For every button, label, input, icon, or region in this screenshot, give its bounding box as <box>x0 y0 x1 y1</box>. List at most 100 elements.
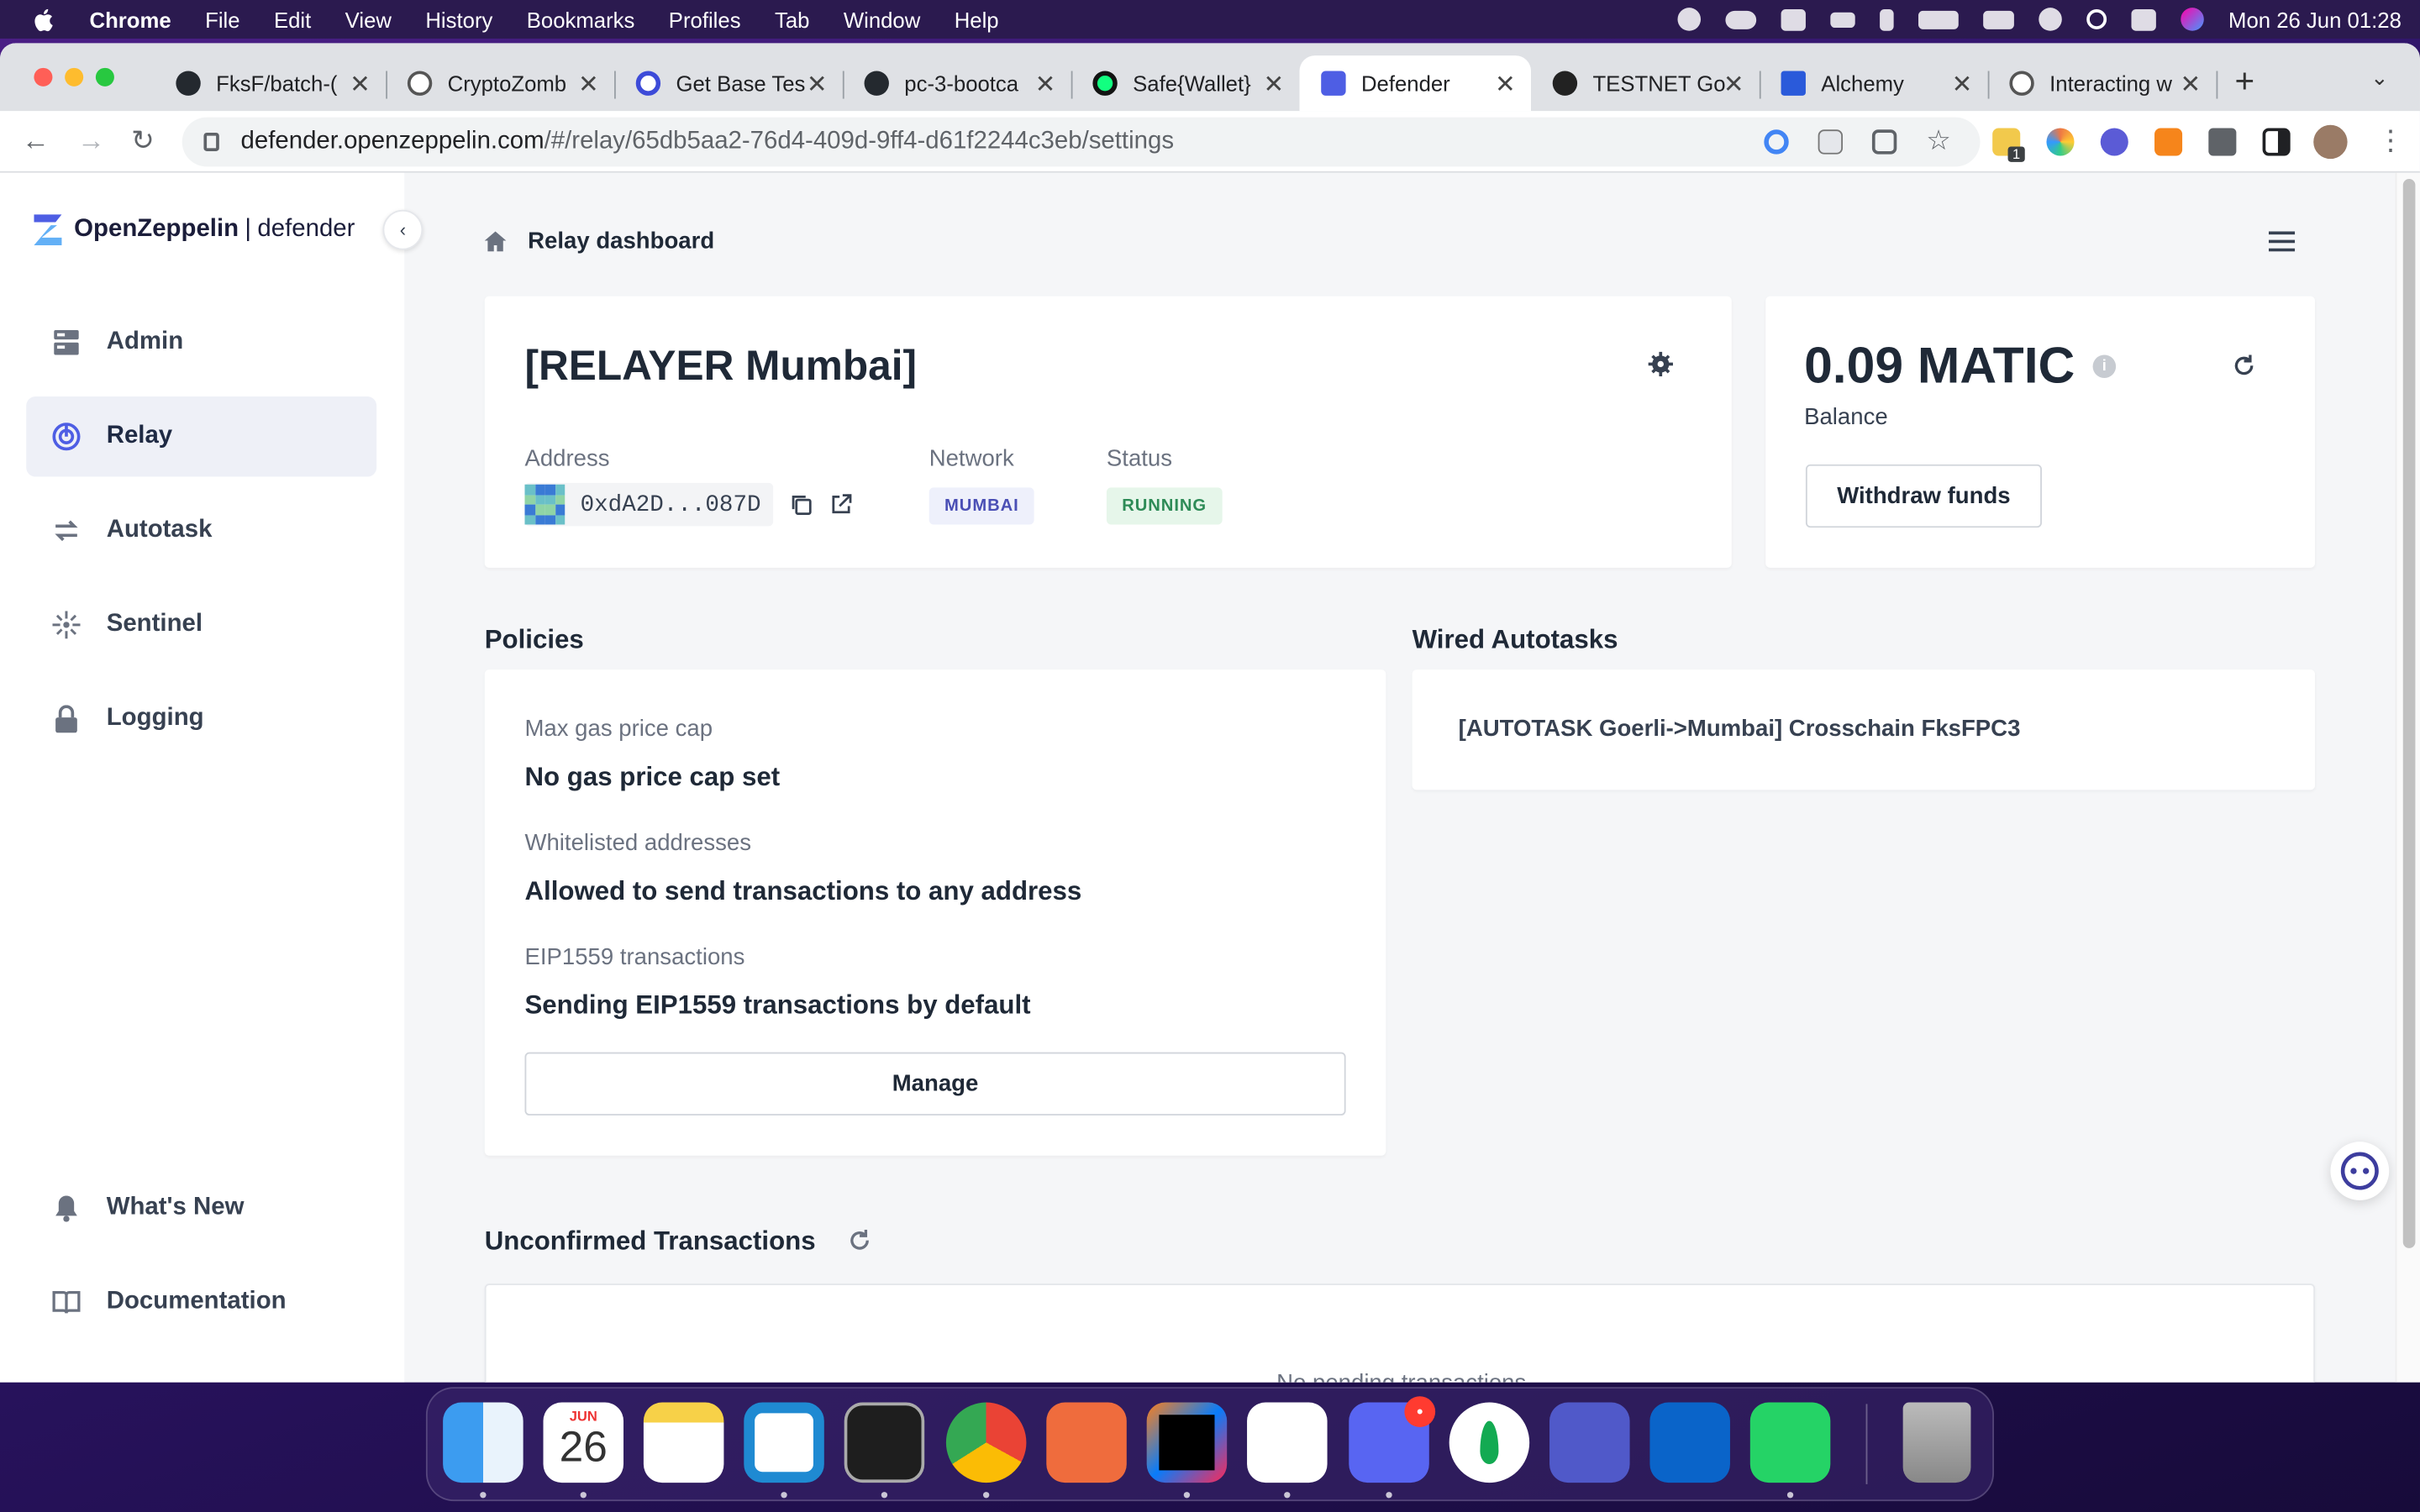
close-icon[interactable]: ✕ <box>1723 70 1744 101</box>
copy-icon[interactable] <box>790 494 812 516</box>
tab-search-chevron-icon[interactable]: ⌄ <box>2370 65 2389 91</box>
tab-0[interactable]: FksF/batch-( ✕ <box>155 55 387 111</box>
extension-ghost-icon[interactable] <box>2100 128 2128 156</box>
spotlight-search-icon[interactable] <box>2086 9 2107 29</box>
tab-6[interactable]: TESTNET Go ✕ <box>1531 55 1760 111</box>
close-icon[interactable]: ✕ <box>2181 70 2202 101</box>
apple-icon[interactable] <box>31 5 59 33</box>
intellij-icon[interactable] <box>1146 1402 1228 1483</box>
logo[interactable]: OpenZeppelin | defender <box>34 214 355 246</box>
mongodb-icon[interactable] <box>1449 1402 1530 1483</box>
sidebar-item-autotask[interactable]: Autotask <box>26 491 376 571</box>
lock-icon[interactable] <box>203 132 219 151</box>
sidebar-item-documentation[interactable]: Documentation <box>26 1262 376 1342</box>
menu-view[interactable]: View <box>345 7 392 31</box>
chrome-menu-icon[interactable]: ⋮ <box>2377 125 2405 158</box>
sidebar-item-admin[interactable]: Admin <box>26 302 376 383</box>
address-bar[interactable]: defender.openzeppelin.com/#/relay/65db5a… <box>182 117 1981 167</box>
profile-avatar[interactable] <box>2313 124 2348 160</box>
autotask-link[interactable]: [AUTOTASK Goerli->Mumbai] Crosschain Fks… <box>1459 716 2021 742</box>
close-icon[interactable]: ✕ <box>1495 70 1516 101</box>
outlook-icon[interactable] <box>1649 1402 1730 1483</box>
layout-icon[interactable] <box>1781 8 1806 30</box>
notes-icon[interactable] <box>643 1402 724 1483</box>
trash-icon[interactable] <box>1902 1402 1971 1483</box>
back-button[interactable]: ← <box>22 125 50 158</box>
withdraw-funds-button[interactable]: Withdraw funds <box>1805 464 2042 528</box>
reload-button[interactable]: ↻ <box>131 125 155 158</box>
external-link-icon[interactable] <box>830 494 852 516</box>
tab-8[interactable]: Interacting w ✕ <box>1988 55 2217 111</box>
user-icon[interactable] <box>2039 8 2062 31</box>
side-panel-icon[interactable] <box>2262 128 2291 156</box>
cloud-icon[interactable] <box>1725 9 1756 29</box>
sidebar-item-relay[interactable]: Relay <box>26 396 377 477</box>
menu-profiles[interactable]: Profiles <box>669 7 741 31</box>
refresh-icon[interactable] <box>849 1229 871 1252</box>
page-scrollbar[interactable] <box>2395 172 2420 1383</box>
tab-7[interactable]: Alchemy ✕ <box>1760 55 1988 111</box>
slack-icon[interactable] <box>1247 1402 1328 1483</box>
bed-icon[interactable] <box>1830 11 1855 28</box>
postman-icon[interactable] <box>1046 1402 1127 1483</box>
window-minimize-button[interactable] <box>65 67 84 87</box>
translate-icon[interactable] <box>1818 129 1844 155</box>
tab-5-active[interactable]: Defender ✕ <box>1299 55 1532 112</box>
extensions-puzzle-icon[interactable] <box>2208 128 2237 156</box>
gear-icon[interactable] <box>1648 351 1673 377</box>
window-zoom-button[interactable] <box>95 67 114 87</box>
url-text[interactable]: defender.openzeppelin.com/#/relay/65db5a… <box>241 128 1174 155</box>
menu-history[interactable]: History <box>425 7 492 31</box>
tab-2[interactable]: Get Base Tes ✕ <box>614 55 843 111</box>
menu-edit[interactable]: Edit <box>274 7 311 31</box>
close-icon[interactable]: ✕ <box>578 70 599 101</box>
tab-1[interactable]: CryptoZomb ✕ <box>386 55 614 111</box>
share-icon[interactable] <box>1871 129 1897 155</box>
forward-button[interactable]: → <box>77 125 105 158</box>
menu-window[interactable]: Window <box>844 7 920 31</box>
screen-mirror-icon[interactable] <box>1982 9 2014 29</box>
grammarly-icon[interactable] <box>1677 8 1701 31</box>
menu-help[interactable]: Help <box>955 7 999 31</box>
window-close-button[interactable] <box>34 67 53 87</box>
menu-tab[interactable]: Tab <box>775 7 809 31</box>
menu-bookmarks[interactable]: Bookmarks <box>527 7 635 31</box>
main-content: Relay dashboard [RELAYER Mumbai] Address <box>404 173 2395 1383</box>
menubar-app-name[interactable]: Chrome <box>90 7 171 31</box>
close-icon[interactable]: ✕ <box>807 70 828 101</box>
refresh-icon[interactable] <box>2233 354 2255 376</box>
new-tab-button[interactable]: + <box>2235 61 2255 102</box>
home-icon[interactable] <box>484 231 507 252</box>
tab-4[interactable]: Safe{Wallet} ✕ <box>1071 55 1300 111</box>
info-icon[interactable]: i <box>2092 354 2117 378</box>
hamburger-menu-icon[interactable] <box>2268 231 2296 252</box>
sidebar-item-whats-new[interactable]: What's New <box>26 1168 376 1248</box>
scrollbar-thumb[interactable] <box>2402 179 2416 1248</box>
control-center-icon[interactable] <box>2131 8 2156 30</box>
whatsapp-icon[interactable] <box>1749 1402 1831 1483</box>
calendar-icon[interactable]: JUN 26 <box>543 1402 624 1483</box>
manage-button[interactable]: Manage <box>524 1052 1346 1116</box>
vscode-icon[interactable] <box>744 1402 824 1483</box>
battery-icon[interactable] <box>1918 9 1959 29</box>
sidebar-item-sentinel[interactable]: Sentinel <box>26 585 376 665</box>
finder-icon[interactable] <box>443 1402 523 1483</box>
metamask-icon[interactable] <box>2154 128 2183 156</box>
close-icon[interactable]: ✕ <box>1952 70 1973 101</box>
tab-3[interactable]: pc-3-bootca ✕ <box>843 55 1071 111</box>
bookmark-star-icon[interactable]: ☆ <box>1926 127 1951 155</box>
close-icon[interactable]: ✕ <box>1035 70 1056 101</box>
google-lens-icon[interactable] <box>1764 129 1789 155</box>
bluetooth-icon[interactable] <box>1879 8 1894 30</box>
extension-palette-icon[interactable] <box>2046 128 2075 156</box>
menu-file[interactable]: File <box>205 7 239 31</box>
close-icon[interactable]: ✕ <box>350 70 371 101</box>
siri-icon[interactable] <box>2181 8 2204 31</box>
menubar-clock[interactable]: Mon 26 Jun 01:28 <box>2228 7 2402 31</box>
teams-icon[interactable] <box>1549 1402 1630 1483</box>
terminal-icon[interactable] <box>844 1402 925 1483</box>
close-icon[interactable]: ✕ <box>1264 70 1285 101</box>
chrome-icon[interactable] <box>945 1402 1027 1483</box>
sidebar-item-logging[interactable]: Logging <box>26 679 376 759</box>
support-chat-button[interactable] <box>2330 1142 2390 1200</box>
